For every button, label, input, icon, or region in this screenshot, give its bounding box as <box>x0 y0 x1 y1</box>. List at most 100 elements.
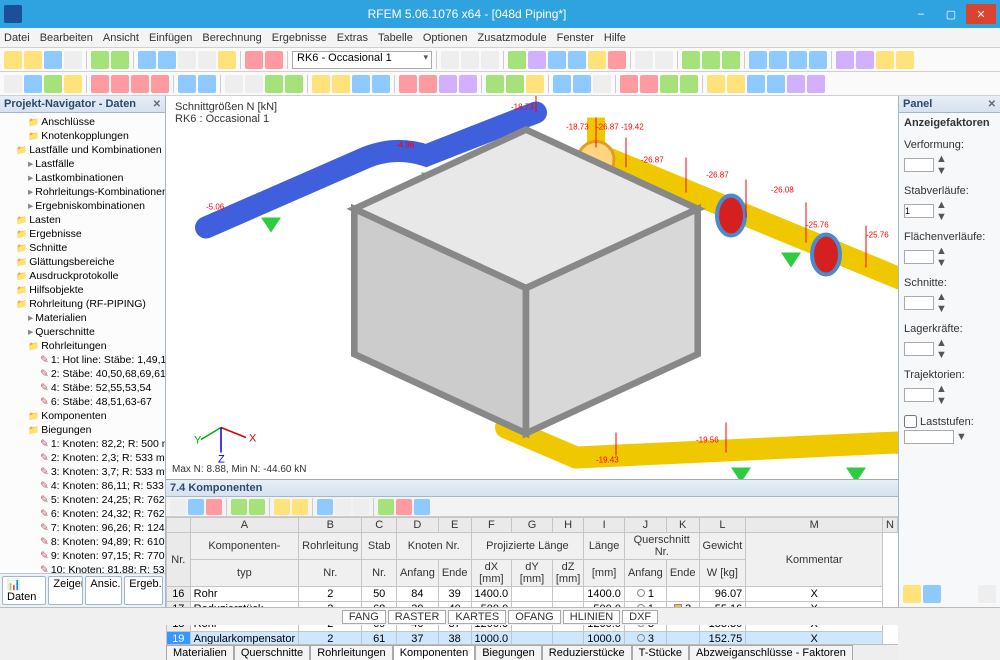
tree-item[interactable]: Komponenten <box>0 409 165 423</box>
table-sort-icon[interactable] <box>274 499 290 515</box>
tree-item[interactable]: Lasten <box>0 213 165 227</box>
section-spinner[interactable]: ▲▼ <box>904 291 995 315</box>
undo-icon[interactable] <box>91 51 109 69</box>
window-icon-2[interactable] <box>655 51 673 69</box>
nav-tab[interactable]: Ergeb... <box>124 576 163 605</box>
tool-icon-7[interactable] <box>265 51 283 69</box>
load-icon-2[interactable] <box>111 75 129 93</box>
surface-icon[interactable] <box>44 75 62 93</box>
table-misc-4[interactable] <box>414 499 430 515</box>
nav-tab[interactable]: Ansic... <box>85 576 122 605</box>
menu-fenster[interactable]: Fenster <box>557 32 594 44</box>
view-icon-4[interactable] <box>608 51 626 69</box>
minimize-button[interactable]: – <box>906 4 936 24</box>
calc-icon[interactable] <box>508 51 526 69</box>
solid-icon[interactable] <box>64 75 82 93</box>
window-icon-1[interactable] <box>635 51 653 69</box>
nav-first-icon[interactable] <box>441 51 459 69</box>
tree-item[interactable]: Anschlüsse <box>0 115 165 129</box>
view-y-icon[interactable] <box>789 51 807 69</box>
tree-item[interactable]: 9: Knoten: 97,15; R: 770 m <box>0 549 165 563</box>
table-misc-3[interactable] <box>396 499 412 515</box>
nav-cube[interactable] <box>160 90 892 473</box>
table-paste-icon[interactable] <box>249 499 265 515</box>
menu-hilfe[interactable]: Hilfe <box>604 32 626 44</box>
panel-btn-3[interactable] <box>978 585 996 603</box>
save-icon[interactable] <box>44 51 62 69</box>
view-icon-3[interactable] <box>588 51 606 69</box>
tree-item[interactable]: 3: Knoten: 3,7; R: 533 mm <box>0 465 165 479</box>
tree-item[interactable]: 5: Knoten: 24,25; R: 762 m <box>0 493 165 507</box>
status-hlinien[interactable]: HLINIEN <box>563 610 620 624</box>
laststufen-combo[interactable]: ▼ <box>904 430 995 444</box>
table-misc-1[interactable] <box>335 499 351 515</box>
table-tab[interactable]: Reduzierstücke <box>542 645 632 660</box>
table-tab[interactable]: T-Stücke <box>632 645 689 660</box>
table-delete-icon[interactable] <box>206 499 222 515</box>
table-tab[interactable]: Biegungen <box>475 645 542 660</box>
tree-item[interactable]: Schnitte <box>0 241 165 255</box>
view-icon-1[interactable] <box>548 51 566 69</box>
menu-extras[interactable]: Extras <box>337 32 368 44</box>
tool-icon-2[interactable] <box>158 51 176 69</box>
tree-item[interactable]: Lastkombinationen <box>0 171 165 185</box>
tree-item[interactable]: Rohrleitungs-Kombinationen <box>0 185 165 199</box>
tool-icon-6[interactable] <box>245 51 263 69</box>
tree-item[interactable]: Lastfälle <box>0 157 165 171</box>
zoom-in-icon[interactable] <box>682 51 700 69</box>
tree-item[interactable]: Biegungen <box>0 423 165 437</box>
tree-item[interactable]: 8: Knoten: 94,89; R: 610 m <box>0 535 165 549</box>
tree-item[interactable]: Knotenkopplungen <box>0 129 165 143</box>
model-viewport[interactable]: Schnittgrößen N [kN] RK6 : Occasional 1 <box>166 96 898 480</box>
support-spinner[interactable]: ▲▼ <box>904 337 995 361</box>
tree-item[interactable]: 7: Knoten: 96,26; R: 1245 m <box>0 521 165 535</box>
nav-tab[interactable]: 📊 Daten <box>2 576 46 605</box>
new-icon[interactable] <box>4 51 22 69</box>
member-res-spinner[interactable]: ▲▼ <box>904 199 995 223</box>
tree-item[interactable]: 1: Knoten: 82,2; R: 500 mm <box>0 437 165 451</box>
table-edit-icon[interactable] <box>188 499 204 515</box>
menu-berechnung[interactable]: Berechnung <box>202 32 261 44</box>
zoom-fit-icon[interactable] <box>722 51 740 69</box>
menu-ansicht[interactable]: Ansicht <box>103 32 139 44</box>
member-icon[interactable] <box>24 75 42 93</box>
tool-icon-4[interactable] <box>198 51 216 69</box>
table-filter-icon[interactable] <box>292 499 308 515</box>
tree-item[interactable]: 1: Hot line: Stäbe: 1,49,14,.. <box>0 353 165 367</box>
tool-icon-5[interactable] <box>218 51 236 69</box>
tree-item[interactable]: Hilfsobjekte <box>0 283 165 297</box>
nav-next-icon[interactable] <box>481 51 499 69</box>
loadcase-combo[interactable]: RK6 - Occasional 1 <box>292 51 432 69</box>
table-new-icon[interactable] <box>170 499 186 515</box>
menu-optionen[interactable]: Optionen <box>423 32 468 44</box>
tree-item[interactable]: 2: Knoten: 2,3; R: 533 mm <box>0 451 165 465</box>
tree-item[interactable]: 6: Knoten: 24,32; R: 762 m <box>0 507 165 521</box>
result-icon[interactable] <box>528 51 546 69</box>
tree-item[interactable]: Ausdruckprotokolle <box>0 269 165 283</box>
table-tab[interactable]: Abzweiganschlüsse - Faktoren <box>689 645 853 660</box>
load-icon-1[interactable] <box>91 75 109 93</box>
redo-icon[interactable] <box>111 51 129 69</box>
load-icon-3[interactable] <box>131 75 149 93</box>
table-tab[interactable]: Materialien <box>166 645 234 660</box>
deform-spinner[interactable]: ▲▼ <box>904 153 995 177</box>
node-icon[interactable] <box>4 75 22 93</box>
tree-item[interactable]: 2: Stäbe: 40,50,68,69,61,62 <box>0 367 165 381</box>
table-tab[interactable]: Komponenten <box>393 645 476 660</box>
nav-tab[interactable]: Zeigen <box>48 576 83 605</box>
view-icon-2[interactable] <box>568 51 586 69</box>
table-tab[interactable]: Querschnitte <box>234 645 310 660</box>
status-raster[interactable]: RASTER <box>388 610 447 624</box>
nav-prev-icon[interactable] <box>461 51 479 69</box>
view-z-icon[interactable] <box>809 51 827 69</box>
maximize-button[interactable]: ▢ <box>936 4 966 24</box>
panel-close-icon[interactable]: ✕ <box>988 99 996 110</box>
misc-icon-1[interactable] <box>836 51 854 69</box>
tree-item[interactable]: 6: Stäbe: 48,51,63-67 <box>0 395 165 409</box>
tree-item[interactable]: 4: Stäbe: 52,55,53,54 <box>0 381 165 395</box>
zoom-out-icon[interactable] <box>702 51 720 69</box>
table-excel-export-icon[interactable] <box>378 499 394 515</box>
menu-tabelle[interactable]: Tabelle <box>378 32 413 44</box>
menu-einfügen[interactable]: Einfügen <box>149 32 192 44</box>
tree-item[interactable]: Glättungsbereiche <box>0 255 165 269</box>
